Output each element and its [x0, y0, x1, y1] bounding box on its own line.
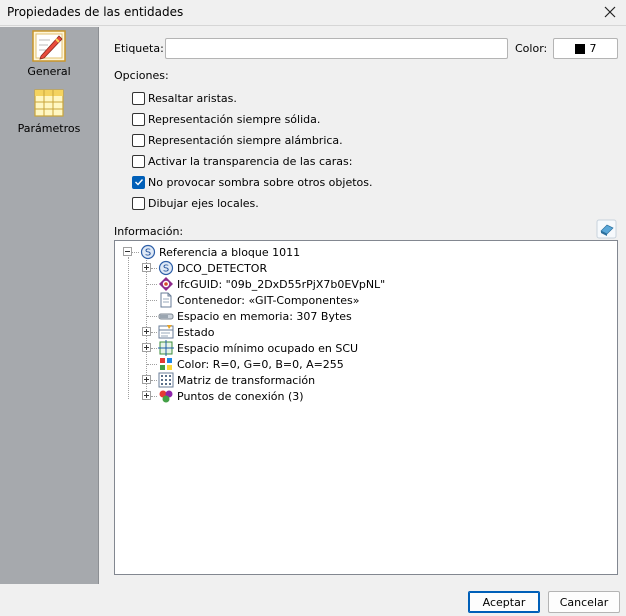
- tree-node-label: DCO_DETECTOR: [177, 261, 268, 275]
- tree-node-memoria[interactable]: Espacio en memoria: 307 Bytes: [158, 308, 352, 324]
- document-icon: [160, 292, 172, 308]
- color-value: 7: [589, 42, 597, 55]
- option-ejes-locales[interactable]: Dibujar ejes locales.: [132, 195, 259, 211]
- expand-toggle[interactable]: [142, 327, 151, 336]
- accept-button[interactable]: Aceptar: [468, 591, 540, 613]
- tree-node-puntos-conexion[interactable]: Puntos de conexión (3): [158, 388, 304, 404]
- tree-node-ifcguid[interactable]: IfcGUID: "09b_2DxD55rPjX7b0EVpNL": [158, 276, 385, 292]
- memory-bar-icon: [158, 313, 174, 320]
- option-label: No provocar sombra sobre otros objetos.: [148, 175, 373, 189]
- close-icon: [604, 6, 616, 18]
- tree-node-label: IfcGUID: "09b_2DxD55rPjX7b0EVpNL": [177, 277, 386, 291]
- copy-icon: [596, 219, 617, 239]
- option-no-sombra[interactable]: No provocar sombra sobre otros objetos.: [132, 174, 373, 190]
- pencil-notepad-icon: [32, 30, 66, 62]
- tree-node-color[interactable]: Color: R=0, G=0, B=0, A=255: [158, 356, 344, 372]
- info-caption: Información:: [114, 225, 184, 238]
- option-siempre-solida[interactable]: Representación siempre sólida.: [132, 111, 320, 127]
- checkbox-checked[interactable]: [132, 175, 145, 189]
- color-palette-icon: [160, 358, 172, 370]
- options-caption: Opciones:: [114, 69, 169, 82]
- color-picker-button[interactable]: 7: [553, 38, 618, 59]
- tree-node-label: Puntos de conexión (3): [177, 389, 304, 403]
- option-label: Activar la transparencia de las caras:: [148, 154, 353, 168]
- sidebar-item-label: General: [27, 65, 71, 78]
- color-swatch: [574, 43, 585, 54]
- option-resaltar-aristas[interactable]: Resaltar aristas.: [132, 90, 237, 106]
- s-circle-icon: S: [140, 244, 156, 260]
- bounding-box-icon: [158, 340, 174, 356]
- sidebar-item-parametros[interactable]: Parámetros: [0, 87, 98, 139]
- tree-node-label: Referencia a bloque 1011: [159, 245, 301, 259]
- state-list-icon: [158, 325, 174, 339]
- tree-node-contenedor[interactable]: Contenedor: «GIT-Componentes»: [158, 292, 360, 308]
- option-label: Representación siempre sólida.: [148, 112, 321, 126]
- table-grid-icon: [34, 89, 64, 117]
- title-bar: Propiedades de las entidades: [0, 0, 626, 26]
- svg-text:S: S: [145, 248, 151, 259]
- tree-node-label: Espacio en memoria: 307 Bytes: [177, 309, 352, 323]
- option-siempre-alambrica[interactable]: Representación siempre alámbrica.: [132, 132, 343, 148]
- tree-node-estado[interactable]: Estado: [158, 324, 214, 340]
- expand-toggle[interactable]: [142, 343, 151, 352]
- tree-root[interactable]: S Referencia a bloque 1011: [140, 244, 300, 260]
- tree-node-label: Matriz de transformación: [177, 373, 316, 387]
- expand-toggle[interactable]: [142, 263, 151, 272]
- tree-node-label: Estado: [177, 325, 215, 339]
- general-panel: Etiqueta: Color: 7 Opciones: Resaltar ar…: [100, 27, 626, 584]
- checkbox[interactable]: [132, 196, 145, 210]
- option-transparencia-caras[interactable]: Activar la transparencia de las caras:: [132, 153, 352, 169]
- color-caption: Color:: [515, 42, 548, 55]
- connection-points-icon: [159, 390, 173, 403]
- tree-node-espacio-scu[interactable]: Espacio mínimo ocupado en SCU: [158, 340, 358, 356]
- checkmark-icon: [134, 179, 143, 186]
- option-label: Representación siempre alámbrica.: [148, 133, 343, 147]
- option-label: Dibujar ejes locales.: [148, 196, 259, 210]
- tree-node-dco-detector[interactable]: S DCO_DETECTOR: [158, 260, 267, 276]
- checkbox[interactable]: [132, 91, 145, 105]
- s-circle-icon: S: [158, 260, 174, 276]
- option-label: Resaltar aristas.: [148, 91, 237, 105]
- ifc-guid-icon: [159, 277, 173, 291]
- info-tree[interactable]: S Referencia a bloque 1011 S DCO_DETECTO…: [114, 240, 618, 575]
- tree-node-matriz[interactable]: Matriz de transformación: [158, 372, 315, 388]
- label-caption: Etiqueta:: [114, 42, 164, 55]
- checkbox[interactable]: [132, 112, 145, 126]
- matrix-icon: [158, 372, 174, 388]
- window-title: Propiedades de las entidades: [7, 5, 184, 19]
- sidebar-item-label: Parámetros: [17, 122, 81, 135]
- close-button[interactable]: [598, 1, 622, 23]
- checkbox[interactable]: [132, 133, 145, 147]
- tree-node-label: Contenedor: «GIT-Componentes»: [177, 293, 360, 307]
- checkbox[interactable]: [132, 154, 145, 168]
- sidebar: General Parámetros: [0, 27, 99, 584]
- cancel-button[interactable]: Cancelar: [548, 591, 620, 613]
- svg-text:S: S: [163, 264, 169, 275]
- label-input[interactable]: [165, 38, 508, 59]
- expand-toggle[interactable]: [142, 391, 151, 400]
- tree-node-label: Color: R=0, G=0, B=0, A=255: [177, 357, 344, 371]
- sidebar-item-general[interactable]: General: [0, 30, 98, 82]
- tree-node-label: Espacio mínimo ocupado en SCU: [177, 341, 359, 355]
- expand-toggle[interactable]: [142, 375, 151, 384]
- collapse-toggle[interactable]: [123, 247, 132, 256]
- copy-info-button[interactable]: [596, 219, 617, 239]
